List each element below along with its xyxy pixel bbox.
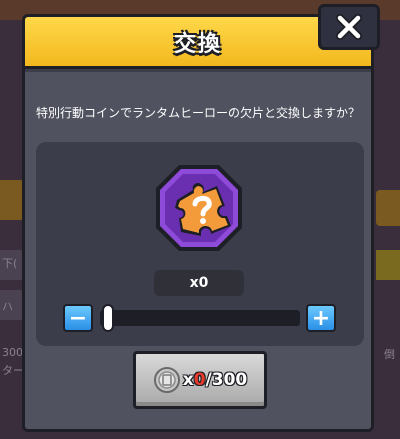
background-right-tab bbox=[376, 190, 400, 226]
close-icon bbox=[336, 14, 362, 40]
dialog-body: 特別行動コインでランタムヒーローの欠片と交換しますか？ x0 − + x 0 /… bbox=[25, 72, 371, 429]
dialog-title: 交換 bbox=[173, 31, 222, 57]
background-text: ター bbox=[2, 364, 24, 377]
background-right-tab-2 bbox=[376, 250, 400, 280]
selected-quantity: x0 bbox=[154, 270, 244, 296]
exchange-prompt: 特別行動コインでランタムヒーローの欠片と交換しますか？ bbox=[35, 106, 360, 120]
background-text: ハ bbox=[2, 300, 13, 313]
background-left-tab bbox=[0, 180, 24, 220]
required-coin-count: /300 bbox=[205, 370, 248, 390]
cost-prefix: x bbox=[182, 370, 194, 390]
exchange-button[interactable]: x 0 /300 bbox=[133, 351, 267, 409]
close-button[interactable] bbox=[318, 4, 380, 50]
background-text: 倒 bbox=[384, 348, 395, 361]
exchange-dialog: 交換 特別行動コインでランタムヒーローの欠片と交換しますか？ x0 − + x … bbox=[22, 14, 374, 432]
background-text: 下( bbox=[2, 257, 18, 270]
background-text: 300 bbox=[2, 346, 23, 359]
minus-icon: − bbox=[68, 305, 88, 331]
exchange-panel: x0 − + bbox=[36, 142, 364, 346]
decrease-button[interactable]: − bbox=[63, 304, 93, 332]
special-action-coin-icon bbox=[153, 367, 180, 393]
increase-button[interactable]: + bbox=[306, 304, 336, 332]
slider-handle[interactable] bbox=[102, 304, 114, 332]
plus-icon: + bbox=[311, 305, 331, 331]
quantity-slider[interactable] bbox=[100, 304, 300, 332]
puzzle-piece-question-icon bbox=[153, 162, 245, 254]
owned-coin-count: 0 bbox=[193, 370, 206, 390]
